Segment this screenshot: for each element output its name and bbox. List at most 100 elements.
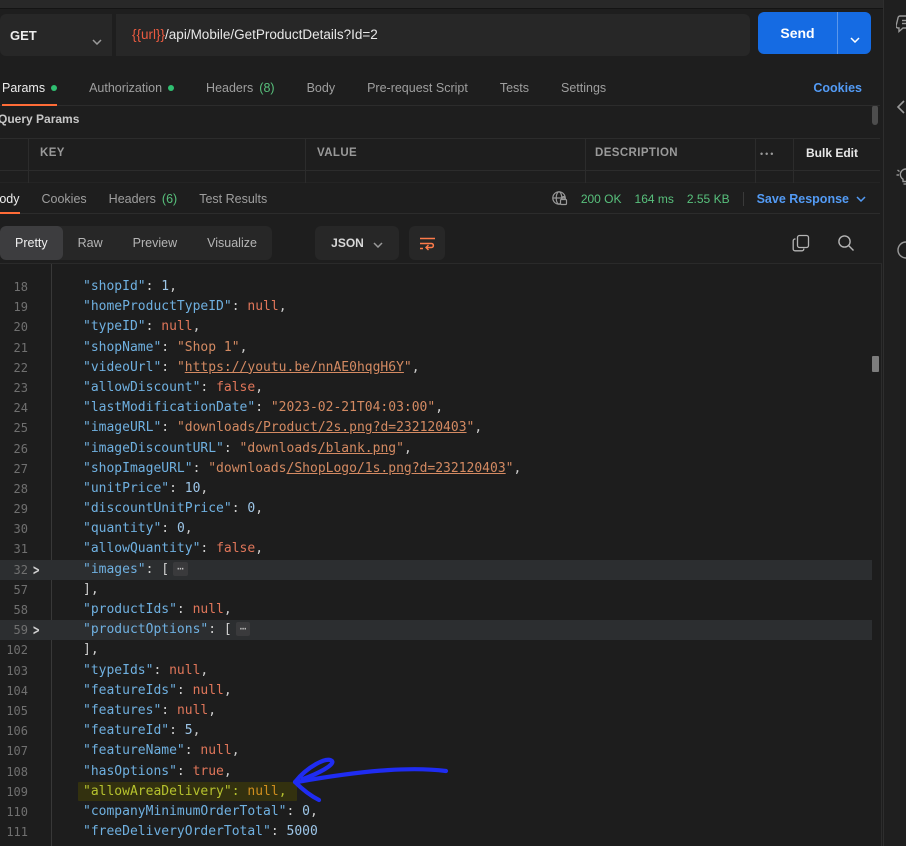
- send-button[interactable]: Send: [758, 12, 871, 54]
- response-tab-body[interactable]: Body: [0, 184, 20, 213]
- line-number: 58: [0, 600, 28, 620]
- json-token: ,: [232, 743, 240, 758]
- json-token: :: [232, 299, 248, 314]
- request-bar: GET {{url}}/api/Mobile/GetProductDetails…: [0, 12, 880, 58]
- json-link[interactable]: /ShopLogo/1s.png?d=232120403: [287, 461, 506, 476]
- json-token: "shopImageURL": [83, 461, 193, 476]
- response-time[interactable]: 164 ms: [635, 192, 674, 206]
- table-border: [793, 138, 794, 183]
- request-tab-authorization[interactable]: Authorization: [89, 70, 174, 105]
- collapsed-ellipsis-icon[interactable]: ⋯: [173, 562, 188, 576]
- more-options-icon[interactable]: •••: [760, 149, 775, 159]
- code-text: "images": [⋯: [0, 562, 188, 577]
- save-response-label: Save Response: [757, 192, 849, 206]
- json-token: ,: [474, 420, 482, 435]
- wrap-text-button[interactable]: [409, 226, 445, 260]
- json-token: "homeProductTypeID": [83, 299, 232, 314]
- line-number: 108: [0, 762, 28, 782]
- scrollbar-thumb[interactable]: [872, 356, 879, 372]
- fold-collapsed-icon[interactable]: >: [33, 557, 40, 582]
- code-line-32: 32>"images": [⋯: [0, 560, 872, 580]
- collapsed-ellipsis-icon[interactable]: ⋯: [236, 622, 251, 636]
- json-link[interactable]: /Product/2s.png?d=232120403: [255, 420, 466, 435]
- comments-icon[interactable]: [896, 14, 906, 39]
- response-tab-cookies[interactable]: Cookies: [42, 184, 87, 213]
- code-line-27: 27"shopImageURL": "downloads/ShopLogo/1s…: [0, 459, 872, 479]
- search-icon[interactable]: [837, 234, 855, 257]
- response-body-json: 18"shopId": 1,19"homeProductTypeID": nul…: [0, 264, 882, 846]
- json-token: ,: [404, 441, 412, 456]
- json-token: null: [193, 602, 224, 617]
- request-tab-settings[interactable]: Settings: [561, 70, 606, 105]
- json-token: :: [177, 683, 193, 698]
- json-token: "allowDiscount": [83, 380, 200, 395]
- info-circle-icon[interactable]: [896, 240, 906, 265]
- json-link[interactable]: /blank.png: [318, 441, 396, 456]
- request-tab-headers[interactable]: Headers(8): [206, 70, 275, 105]
- scrollbar-thumb[interactable]: [872, 105, 878, 125]
- response-size[interactable]: 2.55 KB: [687, 192, 730, 206]
- tab-label: Params: [2, 81, 45, 95]
- json-token: :: [161, 703, 177, 718]
- response-tabs: Body Cookies Headers(6) Test Results: [0, 184, 267, 213]
- code-text: "unitPrice": 10,: [0, 481, 208, 496]
- url-input[interactable]: {{url}}/api/Mobile/GetProductDetails?Id=…: [132, 14, 378, 56]
- chevron-down-icon: [856, 196, 866, 202]
- lightbulb-icon[interactable]: [896, 166, 906, 193]
- chevron-down-icon[interactable]: [850, 30, 860, 48]
- view-tab-pretty[interactable]: Pretty: [0, 226, 63, 260]
- json-token: null: [169, 663, 200, 678]
- request-tab-pre-request-script[interactable]: Pre-request Script: [367, 70, 468, 105]
- code-text: "discountUnitPrice": 0,: [0, 501, 263, 516]
- view-tab-raw[interactable]: Raw: [63, 226, 118, 260]
- copy-response-icon[interactable]: [792, 234, 810, 257]
- code-line-29: 29"discountUnitPrice": 0,: [0, 499, 872, 519]
- fold-collapsed-icon[interactable]: >: [33, 618, 40, 643]
- code-text: "featureId": 5,: [0, 723, 200, 738]
- method-selector[interactable]: GET: [0, 14, 112, 56]
- view-tab-preview[interactable]: Preview: [118, 226, 192, 260]
- json-token: ,: [200, 663, 208, 678]
- code-line-20: 20"typeID": null,: [0, 317, 872, 337]
- bulk-edit-button[interactable]: Bulk Edit: [806, 146, 858, 160]
- request-tab-params[interactable]: Params: [2, 70, 57, 105]
- json-token: :: [161, 521, 177, 536]
- json-token: "allowAreaDelivery": [83, 784, 232, 799]
- code-line-108: 108"hasOptions": true,: [0, 762, 872, 782]
- url-path: /api/Mobile/GetProductDetails?Id=2: [165, 27, 378, 42]
- network-globe-lock-icon[interactable]: [551, 190, 568, 207]
- code-line-19: 19"homeProductTypeID": null,: [0, 297, 872, 317]
- code-line-58: 58"productIds": null,: [0, 600, 872, 620]
- top-toolbar-strip: [0, 0, 906, 9]
- line-number: 111: [0, 822, 28, 842]
- json-link[interactable]: https://youtu.be/nnAE0hqgH6Y: [185, 360, 404, 375]
- status-badge[interactable]: 200 OK: [581, 192, 622, 206]
- json-token: :: [232, 501, 248, 516]
- json-token: "imageURL": [83, 420, 161, 435]
- line-number: 107: [0, 741, 28, 761]
- json-token: : [: [208, 622, 231, 637]
- request-tab-tests[interactable]: Tests: [500, 70, 529, 105]
- json-token: "freeDeliveryOrderTotal": [83, 824, 271, 839]
- save-response-button[interactable]: Save Response: [757, 192, 866, 206]
- line-number: 105: [0, 701, 28, 721]
- request-tab-body[interactable]: Body: [307, 70, 336, 105]
- active-indicator-dot-icon: [51, 85, 57, 91]
- cookies-link[interactable]: Cookies: [813, 81, 880, 95]
- format-dropdown[interactable]: JSON: [315, 226, 399, 260]
- json-token: null: [193, 683, 224, 698]
- json-token: :: [177, 602, 193, 617]
- json-token: ],: [83, 642, 99, 657]
- line-number: 20: [0, 317, 28, 337]
- json-token: ,: [435, 400, 443, 415]
- code-icon[interactable]: [896, 99, 906, 120]
- response-meta: 200 OK 164 ms 2.55 KB Save Response: [551, 190, 880, 207]
- tab-label: Authorization: [89, 81, 162, 95]
- table-border: [0, 182, 880, 183]
- view-tab-visualize[interactable]: Visualize: [192, 226, 272, 260]
- column-header-value: VALUE: [317, 147, 357, 159]
- json-token: 0: [302, 804, 310, 819]
- code-line-107: 107"featureName": null,: [0, 741, 872, 761]
- response-tab-headers[interactable]: Headers(6): [109, 184, 178, 213]
- response-tab-test-results[interactable]: Test Results: [199, 184, 267, 213]
